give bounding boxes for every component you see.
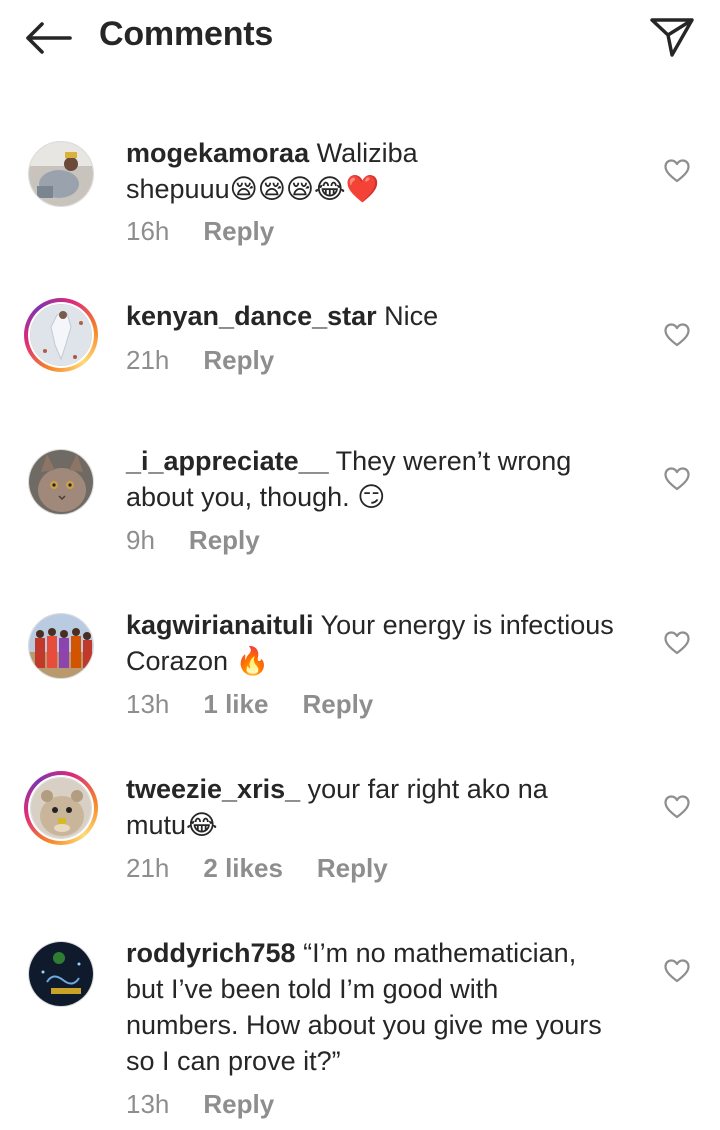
like-button[interactable] bbox=[660, 954, 694, 988]
page-title: Comments bbox=[99, 15, 274, 53]
like-button[interactable] bbox=[660, 462, 694, 496]
avatar[interactable] bbox=[24, 137, 98, 211]
comment-time: 16h bbox=[126, 216, 170, 246]
comment-text: tweezie_xris_ your far right ako na mutu… bbox=[126, 771, 636, 843]
comment-body: Your energy is infectious bbox=[320, 610, 614, 640]
comment-body-line: numbers. How about you give me yours bbox=[126, 1010, 602, 1040]
comment-time: 21h bbox=[126, 853, 170, 883]
comment-time: 9h bbox=[126, 525, 155, 555]
comment-meta: 16h Reply bbox=[126, 216, 308, 247]
comment-meta: 21h Reply bbox=[126, 345, 308, 376]
comment-username[interactable]: _i_appreciate__ bbox=[126, 446, 329, 476]
heart-icon bbox=[664, 631, 690, 655]
avatar-image bbox=[30, 304, 92, 366]
heart-icon bbox=[664, 467, 690, 491]
reply-button[interactable]: Reply bbox=[302, 689, 373, 720]
avatar-image bbox=[30, 777, 92, 839]
comment-body-line: but I’ve been told I’m good with bbox=[126, 974, 499, 1004]
like-button[interactable] bbox=[660, 626, 694, 660]
reply-button[interactable]: Reply bbox=[189, 525, 260, 556]
header-bar: Comments bbox=[0, 0, 720, 80]
avatar-image bbox=[28, 141, 94, 207]
avatar[interactable] bbox=[24, 445, 98, 519]
likes-count[interactable]: 1 like bbox=[203, 689, 268, 720]
comment-text: kagwirianaituli Your energy is infectiou… bbox=[126, 607, 636, 679]
comment-username[interactable]: tweezie_xris_ bbox=[126, 774, 300, 804]
comment-body-line: so I can prove it?” bbox=[126, 1046, 341, 1076]
comment-body: Nice bbox=[384, 301, 439, 331]
send-icon bbox=[650, 18, 694, 57]
comment-meta: 13h 1 like Reply bbox=[126, 689, 407, 720]
likes-count[interactable]: 2 likes bbox=[203, 853, 283, 884]
comment-meta: 13h Reply bbox=[126, 1089, 308, 1120]
comment-username[interactable]: kenyan_dance_star bbox=[126, 301, 377, 331]
comment-body-line: shepuuu😪😪😪😂❤️ bbox=[126, 174, 380, 204]
avatar[interactable] bbox=[24, 298, 98, 372]
comment-meta: 9h Reply bbox=[126, 525, 294, 556]
heart-icon bbox=[664, 159, 690, 183]
comment-text: kenyan_dance_star Nice bbox=[126, 298, 636, 334]
comment-text: roddyrich758 “I’m no mathematician, but … bbox=[126, 935, 636, 1079]
comment-body: “I’m no mathematician, bbox=[303, 938, 577, 968]
comment-time: 13h bbox=[126, 689, 170, 719]
comment-body: They weren’t wrong bbox=[335, 446, 572, 476]
avatar[interactable] bbox=[24, 937, 98, 1011]
reply-button[interactable]: Reply bbox=[203, 1089, 274, 1120]
comment-username[interactable]: kagwirianaituli bbox=[126, 610, 314, 640]
reply-button[interactable]: Reply bbox=[203, 216, 274, 247]
comment-text: _i_appreciate__ They weren’t wrong about… bbox=[126, 443, 636, 515]
comment-body: Waliziba bbox=[316, 138, 418, 168]
heart-icon bbox=[664, 959, 690, 983]
heart-icon bbox=[664, 323, 690, 347]
comment-meta: 21h 2 likes Reply bbox=[126, 853, 422, 884]
comment-text: mogekamoraa Waliziba shepuuu😪😪😪😂❤️ bbox=[126, 135, 636, 207]
avatar-image bbox=[28, 449, 94, 515]
comment-time: 21h bbox=[126, 345, 170, 375]
comment-body-line: about you, though. 😏 bbox=[126, 482, 386, 512]
avatar[interactable] bbox=[24, 609, 98, 683]
avatar-image bbox=[28, 613, 94, 679]
comment-username[interactable]: mogekamoraa bbox=[126, 138, 309, 168]
avatar[interactable] bbox=[24, 771, 98, 845]
comment-body-line: Corazon 🔥 bbox=[126, 646, 270, 676]
comment-time: 13h bbox=[126, 1089, 170, 1119]
like-button[interactable] bbox=[660, 318, 694, 352]
comment-body-line: mutu😂 bbox=[126, 810, 218, 840]
share-button[interactable] bbox=[644, 12, 700, 62]
heart-icon bbox=[664, 795, 690, 819]
avatar-image bbox=[28, 941, 94, 1007]
comment-username[interactable]: roddyrich758 bbox=[126, 938, 296, 968]
arrow-left-icon bbox=[26, 22, 72, 54]
reply-button[interactable]: Reply bbox=[317, 853, 388, 884]
reply-button[interactable]: Reply bbox=[203, 345, 274, 376]
back-button[interactable] bbox=[20, 16, 76, 60]
like-button[interactable] bbox=[660, 790, 694, 824]
like-button[interactable] bbox=[660, 154, 694, 188]
comment-body: your far right ako na bbox=[307, 774, 548, 804]
